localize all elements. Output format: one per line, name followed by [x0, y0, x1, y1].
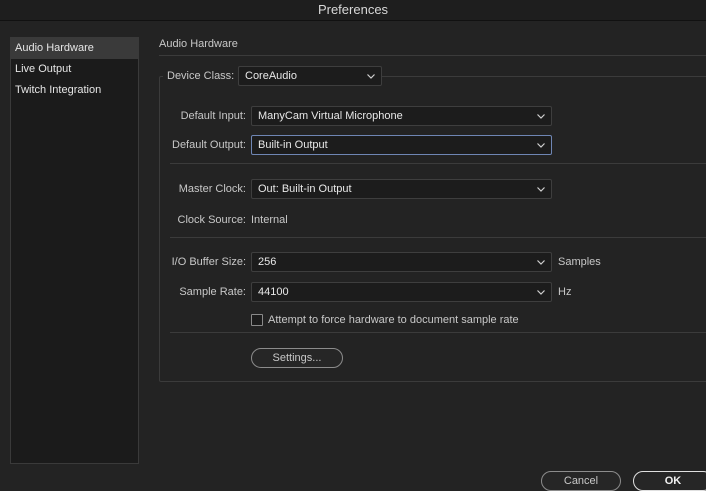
sidebar-item-twitch-integration[interactable]: Twitch Integration	[11, 80, 138, 101]
chevron-down-icon	[537, 253, 545, 271]
io-buffer-size-value: 256	[258, 256, 277, 268]
clock-source-value: Internal	[251, 214, 288, 226]
master-clock-value: Out: Built-in Output	[258, 183, 352, 195]
master-clock-label: Master Clock:	[178, 183, 246, 195]
master-clock-select[interactable]: Out: Built-in Output	[251, 179, 552, 199]
divider	[170, 163, 706, 164]
preferences-sidebar: Audio Hardware Live Output Twitch Integr…	[10, 37, 139, 464]
io-buffer-size-label: I/O Buffer Size:	[171, 256, 246, 268]
sample-rate-label: Sample Rate:	[179, 286, 246, 298]
divider	[170, 332, 706, 333]
divider	[170, 237, 706, 238]
default-input-label: Default Input:	[180, 110, 246, 122]
io-buffer-size-select[interactable]: 256	[251, 252, 552, 272]
cancel-button[interactable]: Cancel	[541, 471, 621, 491]
default-input-select[interactable]: ManyCam Virtual Microphone	[251, 106, 552, 126]
io-buffer-unit: Samples	[558, 256, 601, 268]
chevron-down-icon	[537, 180, 545, 198]
chevron-down-icon	[537, 136, 545, 154]
section-divider	[159, 55, 706, 56]
ok-button[interactable]: OK	[633, 471, 706, 491]
default-input-value: ManyCam Virtual Microphone	[258, 110, 403, 122]
device-class-legend: Device Class:	[163, 66, 243, 86]
chevron-down-icon	[367, 67, 375, 85]
default-output-label: Default Output:	[172, 139, 246, 151]
sidebar-item-audio-hardware[interactable]: Audio Hardware	[11, 38, 138, 59]
chevron-down-icon	[537, 107, 545, 125]
device-class-label: Device Class:	[167, 70, 235, 82]
device-class-value: CoreAudio	[245, 70, 297, 82]
force-sample-rate-label[interactable]: Attempt to force hardware to document sa…	[268, 310, 519, 330]
sample-rate-select[interactable]: 44100	[251, 282, 552, 302]
default-output-value: Built-in Output	[258, 139, 328, 151]
sample-rate-value: 44100	[258, 286, 289, 298]
default-output-select[interactable]: Built-in Output	[251, 135, 552, 155]
sample-rate-unit: Hz	[558, 286, 572, 298]
clock-source-label: Clock Source:	[177, 214, 246, 226]
force-sample-rate-checkbox[interactable]	[251, 314, 263, 326]
window-title: Preferences	[0, 0, 706, 21]
settings-button[interactable]: Settings...	[251, 348, 343, 368]
device-class-select[interactable]: CoreAudio	[238, 66, 382, 86]
chevron-down-icon	[537, 283, 545, 301]
sidebar-item-live-output[interactable]: Live Output	[11, 59, 138, 80]
section-title: Audio Hardware	[159, 38, 238, 50]
